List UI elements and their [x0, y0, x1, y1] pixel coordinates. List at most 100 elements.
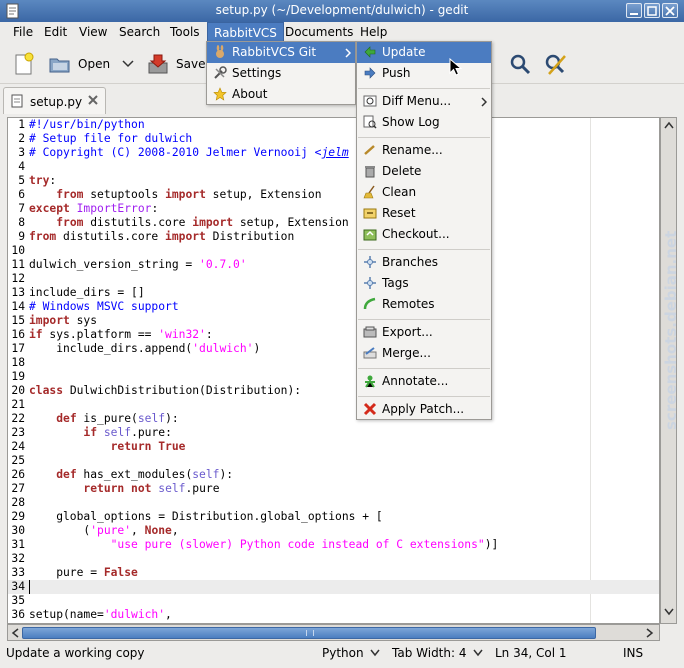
menu-item-diff-menu[interactable]: Diff Menu... [357, 91, 491, 112]
watermark: screenshots.debian.net [662, 230, 680, 430]
menu-item-branches[interactable]: Branches [357, 252, 491, 273]
line-number: 32 [11, 552, 25, 565]
code-line[interactable]: 31 "use pure (slower) Python code instea… [8, 538, 659, 552]
code-line[interactable]: 8 from distutils.core import setup, Exte… [8, 216, 659, 230]
code-line[interactable]: 26 def has_ext_modules(self): [8, 468, 659, 482]
line-number: 28 [11, 496, 25, 509]
code-line[interactable]: 2 # Setup file for dulwich [8, 132, 659, 146]
language-selector[interactable]: Python [322, 646, 381, 660]
code-line[interactable]: 7 except ImportError: [8, 202, 659, 216]
close-button[interactable] [662, 3, 678, 18]
code-line[interactable]: 10 [8, 244, 659, 258]
code-line[interactable]: 16 if sys.platform == 'win32': [8, 328, 659, 342]
code-line[interactable]: 32 [8, 552, 659, 566]
menu-item-clean[interactable]: Clean [357, 182, 491, 203]
menu-item-merge[interactable]: Merge... [357, 343, 491, 364]
code-line[interactable]: 34 [8, 580, 659, 594]
code-line[interactable]: 23 if self.pure: [8, 426, 659, 440]
code-line[interactable]: 25 [8, 454, 659, 468]
code-line[interactable]: 24 return True [8, 440, 659, 454]
code-line[interactable]: 35 [8, 594, 659, 608]
code-text: import sys [29, 314, 98, 327]
find-replace-button[interactable] [543, 50, 569, 78]
code-line[interactable]: 3 # Copyright (C) 2008-2010 Jelmer Vernoo… [8, 146, 659, 160]
menu-item-tags[interactable]: Tags [357, 273, 491, 294]
tab-label: setup.py [30, 95, 83, 109]
horizontal-scrollbar[interactable] [7, 624, 660, 641]
code-line[interactable]: 27 return not self.pure [8, 482, 659, 496]
menu-edit[interactable]: Edit [38, 22, 73, 44]
menu-item-settings[interactable]: Settings [207, 63, 355, 84]
menu-item-about[interactable]: About [207, 84, 355, 105]
code-line[interactable]: 17 include_dirs.append('dulwich') [8, 342, 659, 356]
code-line[interactable]: 1 #!/usr/bin/python [8, 118, 659, 132]
code-line[interactable]: 13 include_dirs = [] [8, 286, 659, 300]
scrollbar-thumb[interactable] [22, 627, 596, 639]
menu-tools[interactable]: Tools [164, 22, 206, 44]
menu-item-apply-patch[interactable]: Apply Patch... [357, 399, 491, 420]
line-number: 16 [11, 328, 25, 341]
code-line[interactable]: 14 # Windows MSVC support [8, 300, 659, 314]
menu-item-remotes[interactable]: Remotes [357, 294, 491, 315]
find-button[interactable] [508, 50, 532, 78]
minimize-button[interactable] [626, 3, 642, 18]
code-line[interactable]: 15 import sys [8, 314, 659, 328]
menu-item-rename[interactable]: Rename... [357, 140, 491, 161]
scroll-up-icon[interactable] [664, 121, 674, 129]
code-line[interactable]: 12 [8, 272, 659, 286]
code-line[interactable]: 19 [8, 370, 659, 384]
code-line[interactable]: 18 [8, 356, 659, 370]
line-number: 22 [11, 412, 25, 425]
scroll-left-icon[interactable] [11, 628, 19, 638]
code-line[interactable]: 5 try: [8, 174, 659, 188]
close-icon [665, 6, 675, 16]
code-line[interactable]: 33 pure = False [8, 566, 659, 580]
code-line[interactable]: 4 [8, 160, 659, 174]
open-button[interactable]: Open [48, 50, 134, 78]
tab-close-icon[interactable] [87, 94, 99, 106]
code-line[interactable]: 29 global_options = Distribution.global_… [8, 510, 659, 524]
branches-icon [364, 256, 376, 268]
menu-file[interactable]: File [7, 22, 39, 44]
code-line[interactable]: 11 dulwich_version_string = '0.7.0' [8, 258, 659, 272]
code-line[interactable]: 6 from setuptools import setup, Extensio… [8, 188, 659, 202]
code-line[interactable]: 20 class DulwichDistribution(Distribution… [8, 384, 659, 398]
chevron-down-icon [473, 649, 483, 657]
line-number: 21 [11, 398, 25, 411]
menu-item-show-log[interactable]: Show Log [357, 112, 491, 133]
code-line[interactable]: 21 [8, 398, 659, 412]
code-line[interactable]: 30 ('pure', None, [8, 524, 659, 538]
menu-item-annotate[interactable]: Annotate... [357, 371, 491, 392]
status-bar: Update a working copy Python Tab Width: … [0, 642, 684, 666]
scroll-down-icon[interactable] [664, 608, 674, 616]
code-line[interactable]: 22 def is_pure(self): [8, 412, 659, 426]
menu-item-export[interactable]: Export... [357, 322, 491, 343]
code-line[interactable]: 36 setup(name='dulwich', [8, 608, 659, 622]
rabbitvcs-menu: RabbitVCS Git Settings About [206, 41, 356, 105]
menu-item-checkout[interactable]: Checkout... [357, 224, 491, 245]
menu-item-push[interactable]: Push [357, 63, 491, 84]
code-line[interactable]: 9 from distutils.core import Distribution [8, 230, 659, 244]
log-search-icon [363, 115, 377, 129]
scroll-right-icon[interactable] [646, 628, 654, 638]
menu-item-update[interactable]: Update [357, 42, 491, 63]
maximize-button[interactable] [644, 3, 660, 18]
menu-search[interactable]: Search [113, 22, 166, 44]
code-line[interactable]: 28 [8, 496, 659, 510]
open-dropdown-chevron-icon[interactable] [122, 59, 134, 69]
tab-width-selector[interactable]: Tab Width: 4 [392, 646, 483, 660]
menu-item-reset[interactable]: Reset [357, 203, 491, 224]
menu-view[interactable]: View [73, 22, 113, 44]
menu-item-delete[interactable]: Delete [357, 161, 491, 182]
merge-icon [363, 347, 377, 359]
code-text: pure = False [29, 566, 138, 579]
save-button[interactable]: Save [146, 50, 205, 78]
code-text: if sys.platform == 'win32': [29, 328, 213, 341]
line-number: 13 [11, 286, 25, 299]
new-button[interactable] [12, 50, 36, 78]
menu-item-rabbitvcs-git[interactable]: RabbitVCS Git [207, 42, 355, 63]
code-text: "use pure (slower) Python code instead o… [110, 538, 499, 551]
tab-setup-py[interactable]: setup.py [3, 87, 106, 114]
code-text: # Windows MSVC support [29, 300, 179, 313]
code-editor[interactable]: 1 #!/usr/bin/python 2 # Setup file for dulw… [7, 117, 660, 624]
